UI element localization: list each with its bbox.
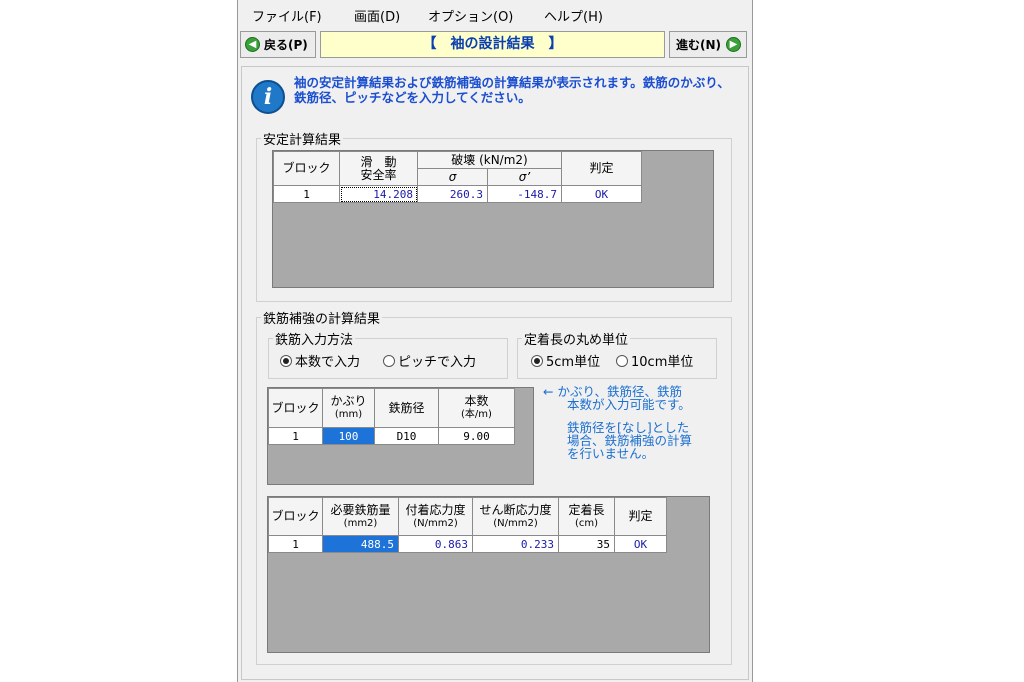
note-line: を行いません。 bbox=[567, 446, 655, 461]
info-icon: i bbox=[251, 80, 285, 114]
col-block: ブロック bbox=[273, 151, 340, 186]
col-sigma-prime: σ’ bbox=[487, 168, 562, 186]
col-cover-line2: (mm) bbox=[334, 409, 363, 420]
radio-5cm-label: 5cm単位 bbox=[546, 355, 601, 370]
back-button[interactable]: ◀ 戻る(P) bbox=[240, 31, 316, 58]
radio-by-count-label: 本数で入力 bbox=[295, 355, 361, 370]
col-sigma: σ bbox=[417, 168, 488, 186]
col-block: ブロック bbox=[268, 388, 323, 428]
menu-bar: ファイル(F) 画面(D) オプション(O) ヘルプ(H) bbox=[238, 0, 752, 27]
col-block: ブロック bbox=[268, 497, 323, 536]
cell-judge: OK bbox=[561, 185, 642, 203]
count-input[interactable]: 9.00 bbox=[438, 427, 515, 445]
table-row: 1 14.208 260.3 -148.7 OK bbox=[273, 185, 642, 203]
cell-block: 1 bbox=[268, 535, 323, 553]
stability-legend: 安定計算結果 bbox=[263, 133, 342, 148]
menu-options[interactable]: オプション(O) bbox=[428, 6, 513, 25]
col-shear-line2: (N/mm2) bbox=[493, 517, 538, 529]
col-count: 本数 (本/m) bbox=[438, 388, 515, 428]
col-required-line1: 必要鉄筋量 bbox=[330, 502, 391, 517]
col-sliding: 滑 動 安全率 bbox=[339, 151, 418, 186]
page-title: 【 袖の設計結果 】 bbox=[320, 31, 665, 58]
col-bond: 付着応力度 (N/mm2) bbox=[398, 497, 473, 536]
rounding-legend: 定着長の丸め単位 bbox=[524, 333, 629, 348]
rebar-note: ← かぶり、鉄筋径、鉄筋 本数が入力可能です。 鉄筋径を[なし]とした 場合、鉄… bbox=[543, 385, 728, 460]
stability-table: ブロック 滑 動 安全率 破壊 (kN/m2) 判定 σ σ’ 1 14.208… bbox=[273, 151, 642, 203]
next-label: 進む(N) bbox=[676, 38, 722, 52]
col-bond-line2: (N/mm2) bbox=[413, 517, 458, 529]
col-required-line2: (mm2) bbox=[343, 517, 378, 529]
col-sliding-line2: 安全率 bbox=[360, 167, 397, 182]
menu-file[interactable]: ファイル(F) bbox=[252, 6, 322, 25]
cell-shear: 0.233 bbox=[472, 535, 559, 553]
cell-anchor: 35 bbox=[558, 535, 615, 553]
cell-required[interactable]: 488.5 bbox=[322, 535, 399, 553]
cell-bond: 0.863 bbox=[398, 535, 473, 553]
col-judge: 判定 bbox=[561, 151, 642, 186]
radio-selected-icon bbox=[531, 354, 543, 367]
cell-judge: OK bbox=[614, 535, 667, 553]
col-failure: 破壊 (kN/m2) bbox=[417, 151, 562, 169]
nav-bar: ◀ 戻る(P) 【 袖の設計結果 】 進む(N) ▶ bbox=[238, 29, 752, 62]
main-panel: i 袖の安定計算結果および鉄筋補強の計算結果が表示されます。鉄筋のかぶり、鉄筋径… bbox=[241, 66, 749, 680]
back-label: 戻る(P) bbox=[264, 38, 308, 52]
cell-sliding[interactable]: 14.208 bbox=[339, 185, 418, 203]
col-dia: 鉄筋径 bbox=[374, 388, 439, 428]
diameter-select[interactable]: D10 bbox=[374, 427, 439, 445]
rebar-input-table: ブロック かぶり (mm) 鉄筋径 本数 (本/m) 1 100 D10 9.0 bbox=[268, 388, 515, 445]
rebar-input-grid: ブロック かぶり (mm) 鉄筋径 本数 (本/m) 1 100 D10 9.0 bbox=[267, 387, 534, 485]
col-required: 必要鉄筋量 (mm2) bbox=[322, 497, 399, 536]
col-count-line1: 本数 bbox=[464, 394, 489, 408]
menu-help[interactable]: ヘルプ(H) bbox=[544, 6, 603, 25]
cell-sigma: 260.3 bbox=[417, 185, 488, 203]
col-shear-line1: せん断応力度 bbox=[479, 502, 552, 517]
col-anchor-line2: (cm) bbox=[574, 517, 599, 529]
radio-by-count[interactable]: 本数で入力 bbox=[280, 351, 360, 370]
col-cover: かぶり (mm) bbox=[322, 388, 375, 428]
col-judge: 判定 bbox=[614, 497, 667, 536]
radio-10cm[interactable]: 10cm単位 bbox=[616, 351, 693, 370]
col-bond-line1: 付着応力度 bbox=[405, 502, 466, 517]
rebar-legend: 鉄筋補強の計算結果 bbox=[263, 312, 381, 327]
radio-5cm[interactable]: 5cm単位 bbox=[531, 351, 600, 370]
radio-by-pitch[interactable]: ピッチで入力 bbox=[383, 351, 476, 370]
arrow-right-icon: ▶ bbox=[726, 37, 742, 52]
next-button[interactable]: 進む(N) ▶ bbox=[669, 31, 747, 58]
cover-input[interactable]: 100 bbox=[322, 427, 375, 445]
rebar-result-grid: ブロック 必要鉄筋量 (mm2) 付着応力度 (N/mm2) せん断応力度 (N… bbox=[267, 496, 710, 653]
note-line: 本数が入力可能です。 bbox=[567, 397, 691, 412]
col-count-line2: (本/m) bbox=[461, 409, 492, 420]
stability-grid: ブロック 滑 動 安全率 破壊 (kN/m2) 判定 σ σ’ 1 14.208… bbox=[272, 150, 714, 288]
table-row: 1 488.5 0.863 0.233 35 OK bbox=[268, 535, 667, 553]
radio-selected-icon bbox=[280, 354, 292, 367]
col-cover-line1: かぶり bbox=[330, 394, 367, 408]
table-row: 1 100 D10 9.00 bbox=[268, 427, 515, 445]
radio-empty-icon bbox=[383, 354, 395, 367]
radio-10cm-label: 10cm単位 bbox=[631, 355, 694, 370]
radio-empty-icon bbox=[616, 354, 628, 367]
input-method-legend: 鉄筋入力方法 bbox=[275, 333, 354, 348]
col-shear: せん断応力度 (N/mm2) bbox=[472, 497, 559, 536]
col-sliding-line1: 滑 動 bbox=[360, 154, 397, 169]
arrow-left-icon: ◀ bbox=[245, 37, 260, 52]
cell-block: 1 bbox=[273, 185, 340, 203]
col-anchor: 定着長 (cm) bbox=[558, 497, 615, 536]
col-anchor-line1: 定着長 bbox=[568, 502, 605, 517]
app-window: ファイル(F) 画面(D) オプション(O) ヘルプ(H) ◀ 戻る(P) 【 … bbox=[237, 0, 753, 682]
info-message: 袖の安定計算結果および鉄筋補強の計算結果が表示されます。鉄筋のかぶり、鉄筋径、ピ… bbox=[294, 75, 730, 105]
cell-sigma-prime: -148.7 bbox=[487, 185, 562, 203]
radio-by-pitch-label: ピッチで入力 bbox=[398, 355, 477, 370]
cell-block: 1 bbox=[268, 427, 323, 445]
menu-view[interactable]: 画面(D) bbox=[354, 6, 400, 25]
rebar-result-table: ブロック 必要鉄筋量 (mm2) 付着応力度 (N/mm2) せん断応力度 (N… bbox=[268, 497, 667, 553]
